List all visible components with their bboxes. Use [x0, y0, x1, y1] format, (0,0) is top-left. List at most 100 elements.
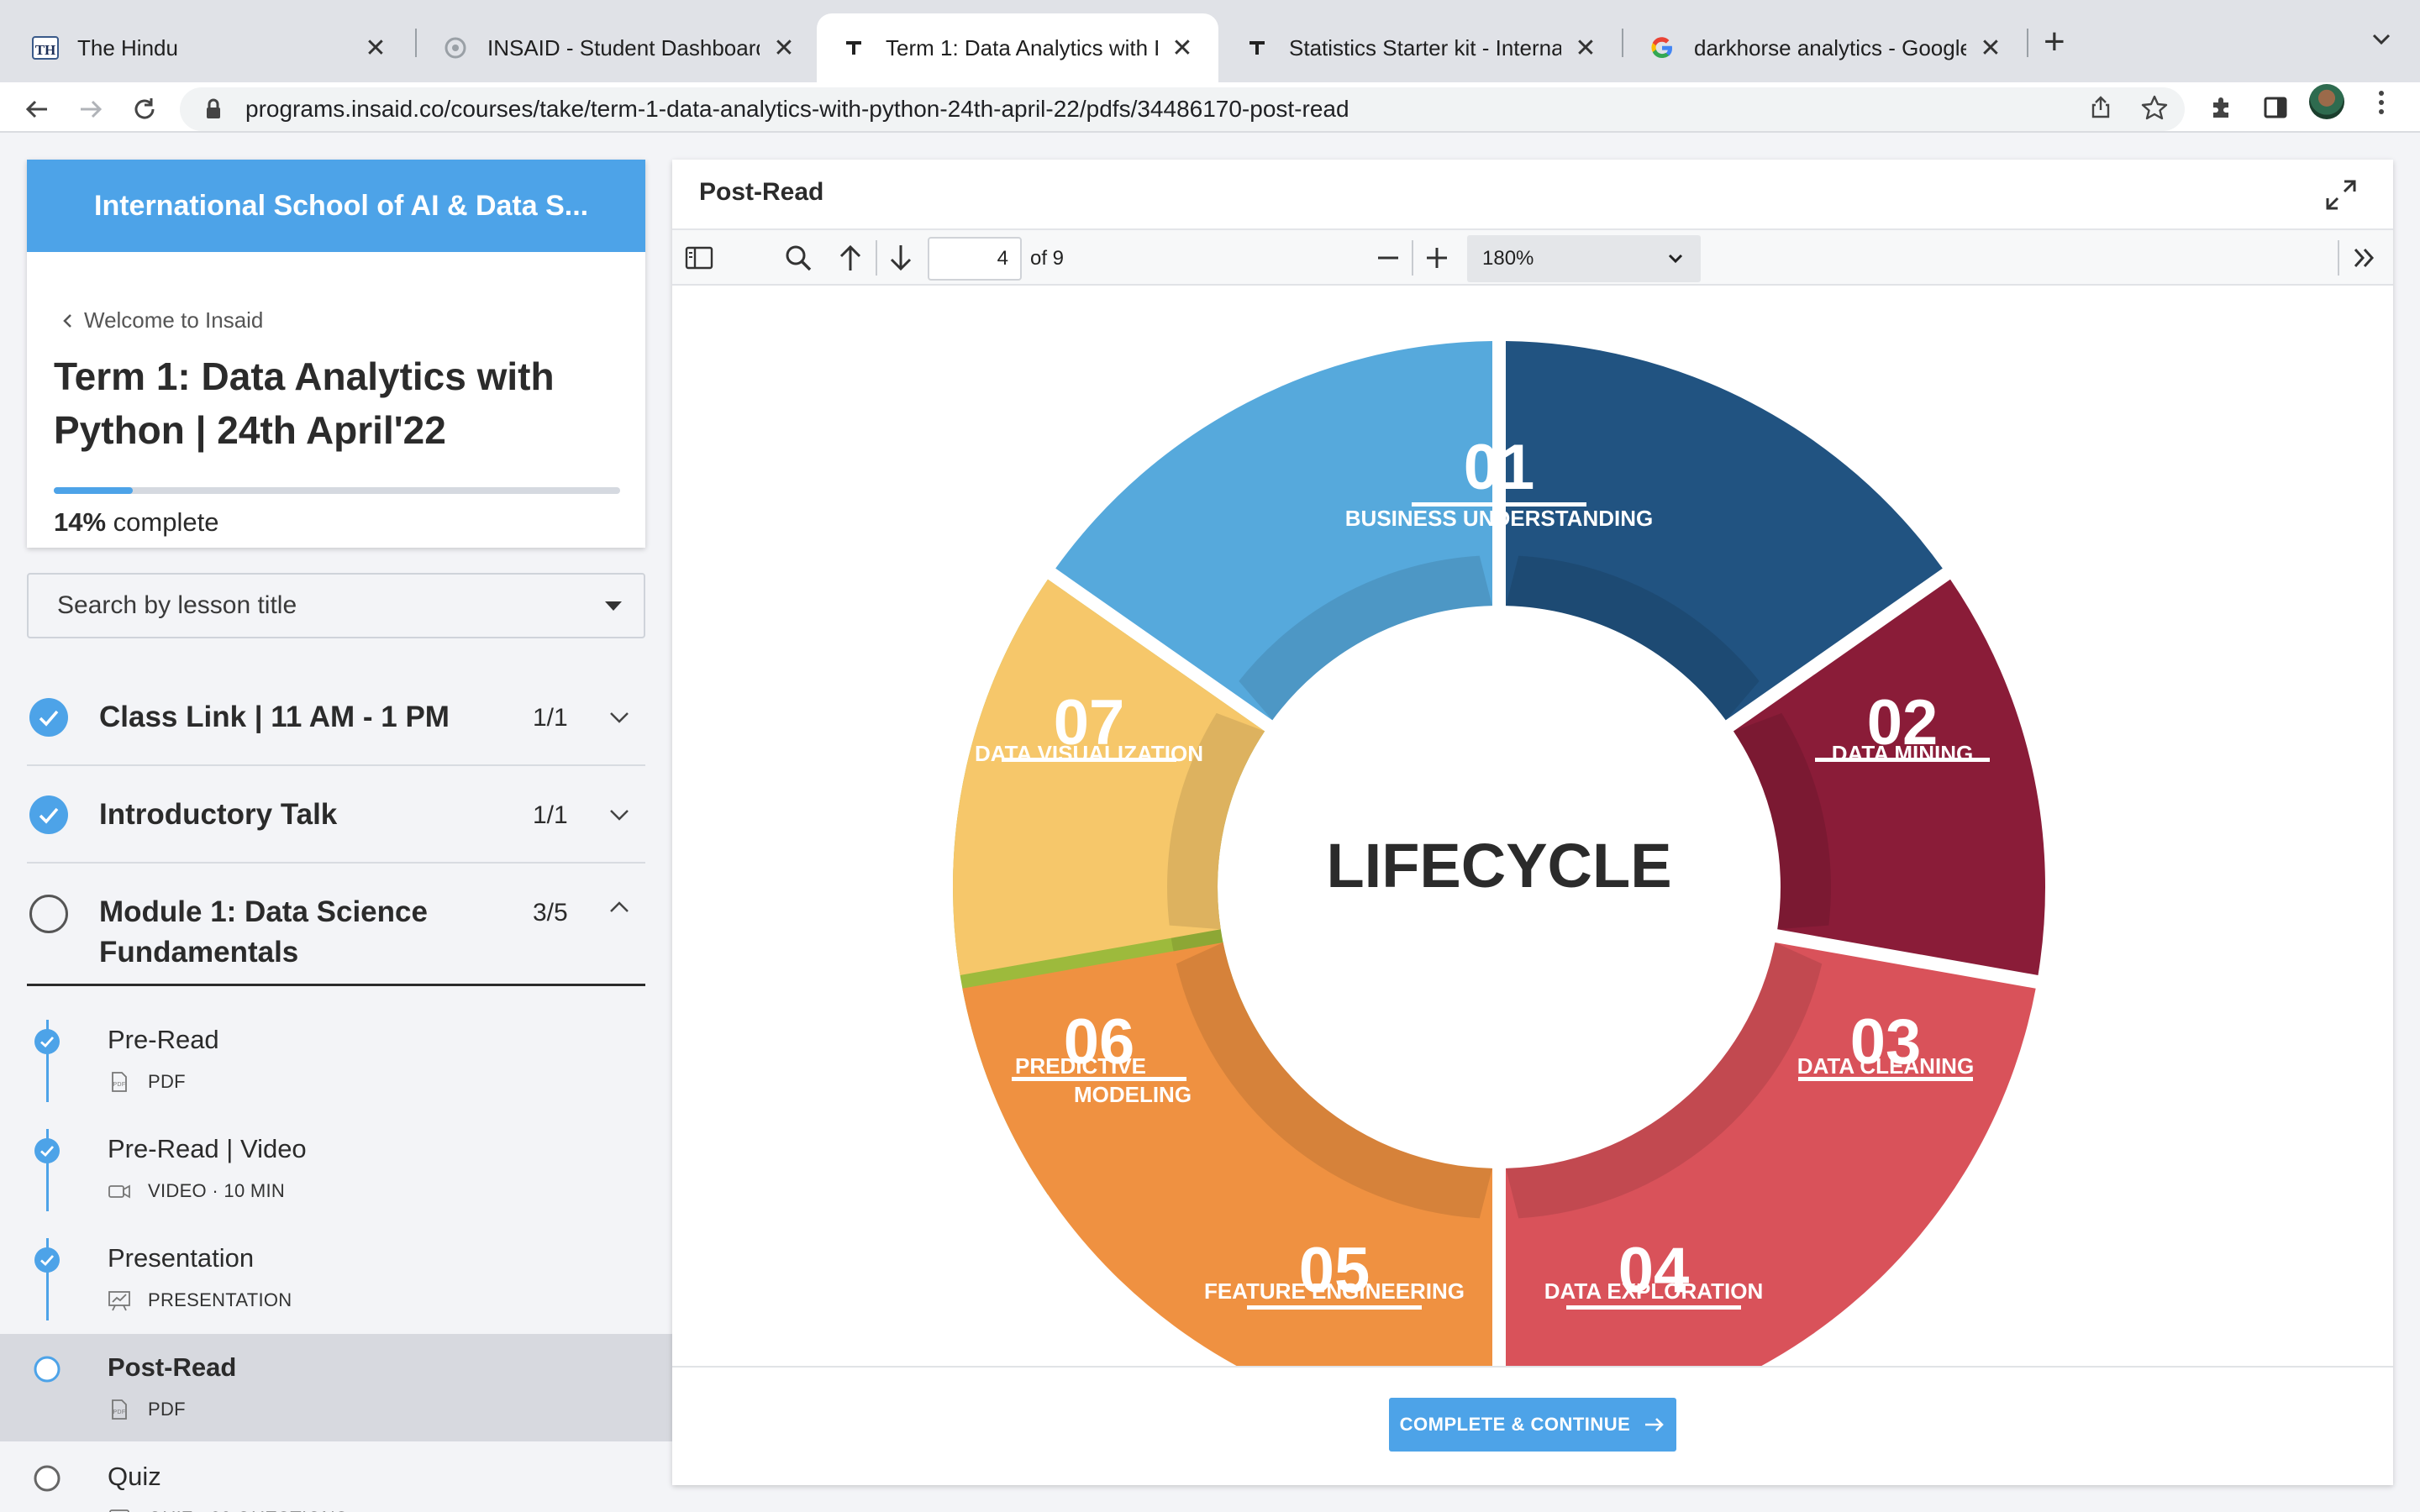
fullscreen-expand-icon[interactable] — [2323, 176, 2360, 213]
tab-darkhorse-google[interactable]: darkhorse analytics - Google S ✕ — [1625, 13, 2027, 82]
chevron-down-icon[interactable] — [607, 806, 632, 823]
section-title: Class Link | 11 AM - 1 PM — [99, 701, 450, 733]
progress-suffix: complete — [106, 507, 219, 537]
incomplete-circle-icon — [34, 1465, 60, 1492]
course-sidebar: International School of AI & Data S... W… — [0, 133, 672, 1512]
insaid-favicon — [442, 34, 469, 61]
svg-text:TH: TH — [35, 42, 56, 58]
lesson-type: PDF PDF — [108, 1070, 186, 1094]
previous-page-arrow-icon[interactable] — [834, 241, 867, 275]
lifecycle-step-label: DATA EXPLORATION — [1544, 1278, 1763, 1304]
close-tab-icon[interactable]: ✕ — [363, 34, 388, 63]
page-number-input[interactable]: 4 — [928, 237, 1022, 281]
lifecycle-step-underline — [1247, 1305, 1422, 1310]
lesson-item-presentation[interactable]: Presentation PRESENTATION — [0, 1225, 672, 1332]
tab-title: The Hindu — [77, 34, 178, 60]
svg-text:PDF: PDF — [113, 1082, 126, 1088]
search-placeholder: Search by lesson title — [57, 591, 297, 619]
lesson-name: Presentation — [108, 1243, 255, 1273]
lesson-search-select[interactable]: Search by lesson title — [27, 573, 645, 638]
tab-title: INSAID - Student Dashboard — [487, 34, 760, 60]
close-tab-icon[interactable]: ✕ — [771, 34, 797, 63]
lesson-type-label: PRESENTATION — [148, 1289, 292, 1310]
search-icon[interactable] — [781, 241, 815, 275]
lifecycle-step-underline — [1566, 1305, 1741, 1310]
next-page-arrow-icon[interactable] — [884, 241, 918, 275]
tab-title: Term 1: Data Analytics with Pyt — [886, 34, 1158, 60]
browser-toolbar: programs.insaid.co/courses/take/term-1-d… — [0, 82, 2420, 133]
forward-arrow-icon[interactable] — [74, 92, 108, 126]
tab-separator — [2027, 29, 2028, 57]
incomplete-circle-icon — [34, 1356, 60, 1383]
lesson-name: Pre-Read | Video — [108, 1134, 307, 1163]
lesson-item-quiz[interactable]: Quiz QUIZ · 22 QUESTIONS — [0, 1443, 672, 1512]
zoom-level-select[interactable]: 180% — [1467, 235, 1701, 282]
close-tab-icon[interactable]: ✕ — [1170, 34, 1195, 63]
tab-statistics-starter-kit[interactable]: Statistics Starter kit - Internatio ✕ — [1220, 13, 1622, 82]
lesson-item-post-read[interactable]: Post-Read PDF PDF — [0, 1334, 672, 1441]
tab-the-hindu[interactable]: TH The Hindu ✕ — [8, 13, 412, 82]
section-progress-count: 1/1 — [533, 704, 568, 732]
lesson-item-pre-read[interactable]: Pre-Read PDF PDF — [0, 1006, 672, 1114]
completed-check-icon — [34, 1138, 60, 1163]
lifecycle-step-label: MODELING — [1074, 1082, 1192, 1107]
progress-percent: 14% — [54, 507, 107, 537]
close-tab-icon[interactable]: ✕ — [1978, 34, 2003, 63]
profile-avatar[interactable] — [2309, 84, 2344, 119]
lesson-type-label: QUIZ · 22 QUESTIONS — [148, 1508, 348, 1512]
pdf-toolbar: 4 of 9 180% — [672, 230, 2393, 286]
school-name-header[interactable]: International School of AI & Data S... — [27, 160, 645, 252]
share-icon[interactable] — [2084, 91, 2118, 124]
lock-icon[interactable] — [202, 97, 225, 121]
sidebar-toggle-icon[interactable] — [682, 241, 716, 275]
completed-check-icon — [34, 1029, 60, 1054]
browser-tab-strip: TH The Hindu ✕ INSAID - Student Dashboar… — [0, 0, 2420, 82]
chevron-up-icon[interactable] — [607, 899, 632, 916]
reload-icon[interactable] — [128, 92, 161, 126]
lifecycle-step-label: PREDICTIVE — [1015, 1053, 1146, 1079]
lesson-item-pre-read-video[interactable]: Pre-Read | Video VIDEO · 10 MIN — [0, 1116, 672, 1223]
section-introductory-talk[interactable]: Introductory Talk 1/1 — [27, 766, 645, 864]
course-title: Term 1: Data Analytics with Python | 24t… — [54, 354, 555, 452]
lesson-type: VIDEO · 10 MIN — [108, 1179, 285, 1203]
tab-separator — [415, 29, 417, 57]
chevron-down-icon — [1668, 254, 1683, 264]
new-tab-button[interactable]: + — [2044, 22, 2065, 62]
close-tab-icon[interactable]: ✕ — [1573, 34, 1598, 63]
lifecycle-step-label: BUSINESS UNDERSTANDING — [1345, 506, 1653, 531]
tab-search-chevron-icon[interactable] — [2366, 24, 2396, 54]
browser-menu-kebab-icon[interactable] — [2373, 87, 2390, 118]
tab-term-1-data-analytics[interactable]: Term 1: Data Analytics with Pyt ✕ — [817, 13, 1218, 82]
lesson-name: Post-Read — [108, 1352, 237, 1382]
the-hindu-favicon: TH — [32, 34, 59, 61]
lesson-type-label: PDF — [148, 1071, 186, 1092]
google-favicon — [1649, 34, 1676, 61]
incomplete-circle-icon — [29, 895, 68, 933]
lifecycle-step-number: 01 — [1464, 432, 1535, 503]
arrow-right-icon — [1645, 1418, 1665, 1431]
zoom-in-plus-icon[interactable] — [1420, 241, 1454, 275]
bookmark-star-icon[interactable] — [2138, 91, 2171, 124]
chevron-down-icon[interactable] — [607, 709, 632, 726]
back-to-welcome-link[interactable]: Welcome to Insaid — [60, 307, 263, 333]
lesson-type-label: VIDEO · 10 MIN — [148, 1180, 286, 1201]
pdf-page-content: 01 BUSINESS UNDERSTANDING 02 DATA MINING 03 D… — [672, 286, 2393, 1368]
back-arrow-icon[interactable] — [20, 92, 54, 126]
side-panel-icon[interactable] — [2259, 91, 2292, 124]
zoom-out-minus-icon[interactable] — [1371, 241, 1405, 275]
lifecycle-diagram: 01BUSINESS UNDERSTANDING02DATA MINING03D… — [953, 341, 2045, 1366]
toolbar-divider — [876, 240, 877, 276]
tab-insaid-dashboard[interactable]: INSAID - Student Dashboard ✕ — [418, 13, 820, 82]
chevron-left-icon — [63, 313, 71, 328]
video-camera-icon — [108, 1184, 130, 1199]
tab-separator — [1622, 29, 1623, 57]
course-progress-fill — [54, 487, 134, 494]
double-chevron-right-icon[interactable] — [2348, 241, 2381, 275]
section-module-1[interactable]: Module 1: Data Science Fundamentals 3/5 — [27, 864, 645, 986]
lifecycle-step-label: DATA MINING — [1832, 741, 1974, 766]
extensions-puzzle-icon[interactable] — [2205, 91, 2238, 124]
page-total: of 9 — [1030, 247, 1065, 270]
address-bar[interactable]: programs.insaid.co/courses/take/term-1-d… — [180, 87, 2185, 131]
section-class-link[interactable]: Class Link | 11 AM - 1 PM 1/1 — [27, 669, 645, 766]
complete-and-continue-button[interactable]: COMPLETE & CONTINUE — [1389, 1398, 1676, 1452]
